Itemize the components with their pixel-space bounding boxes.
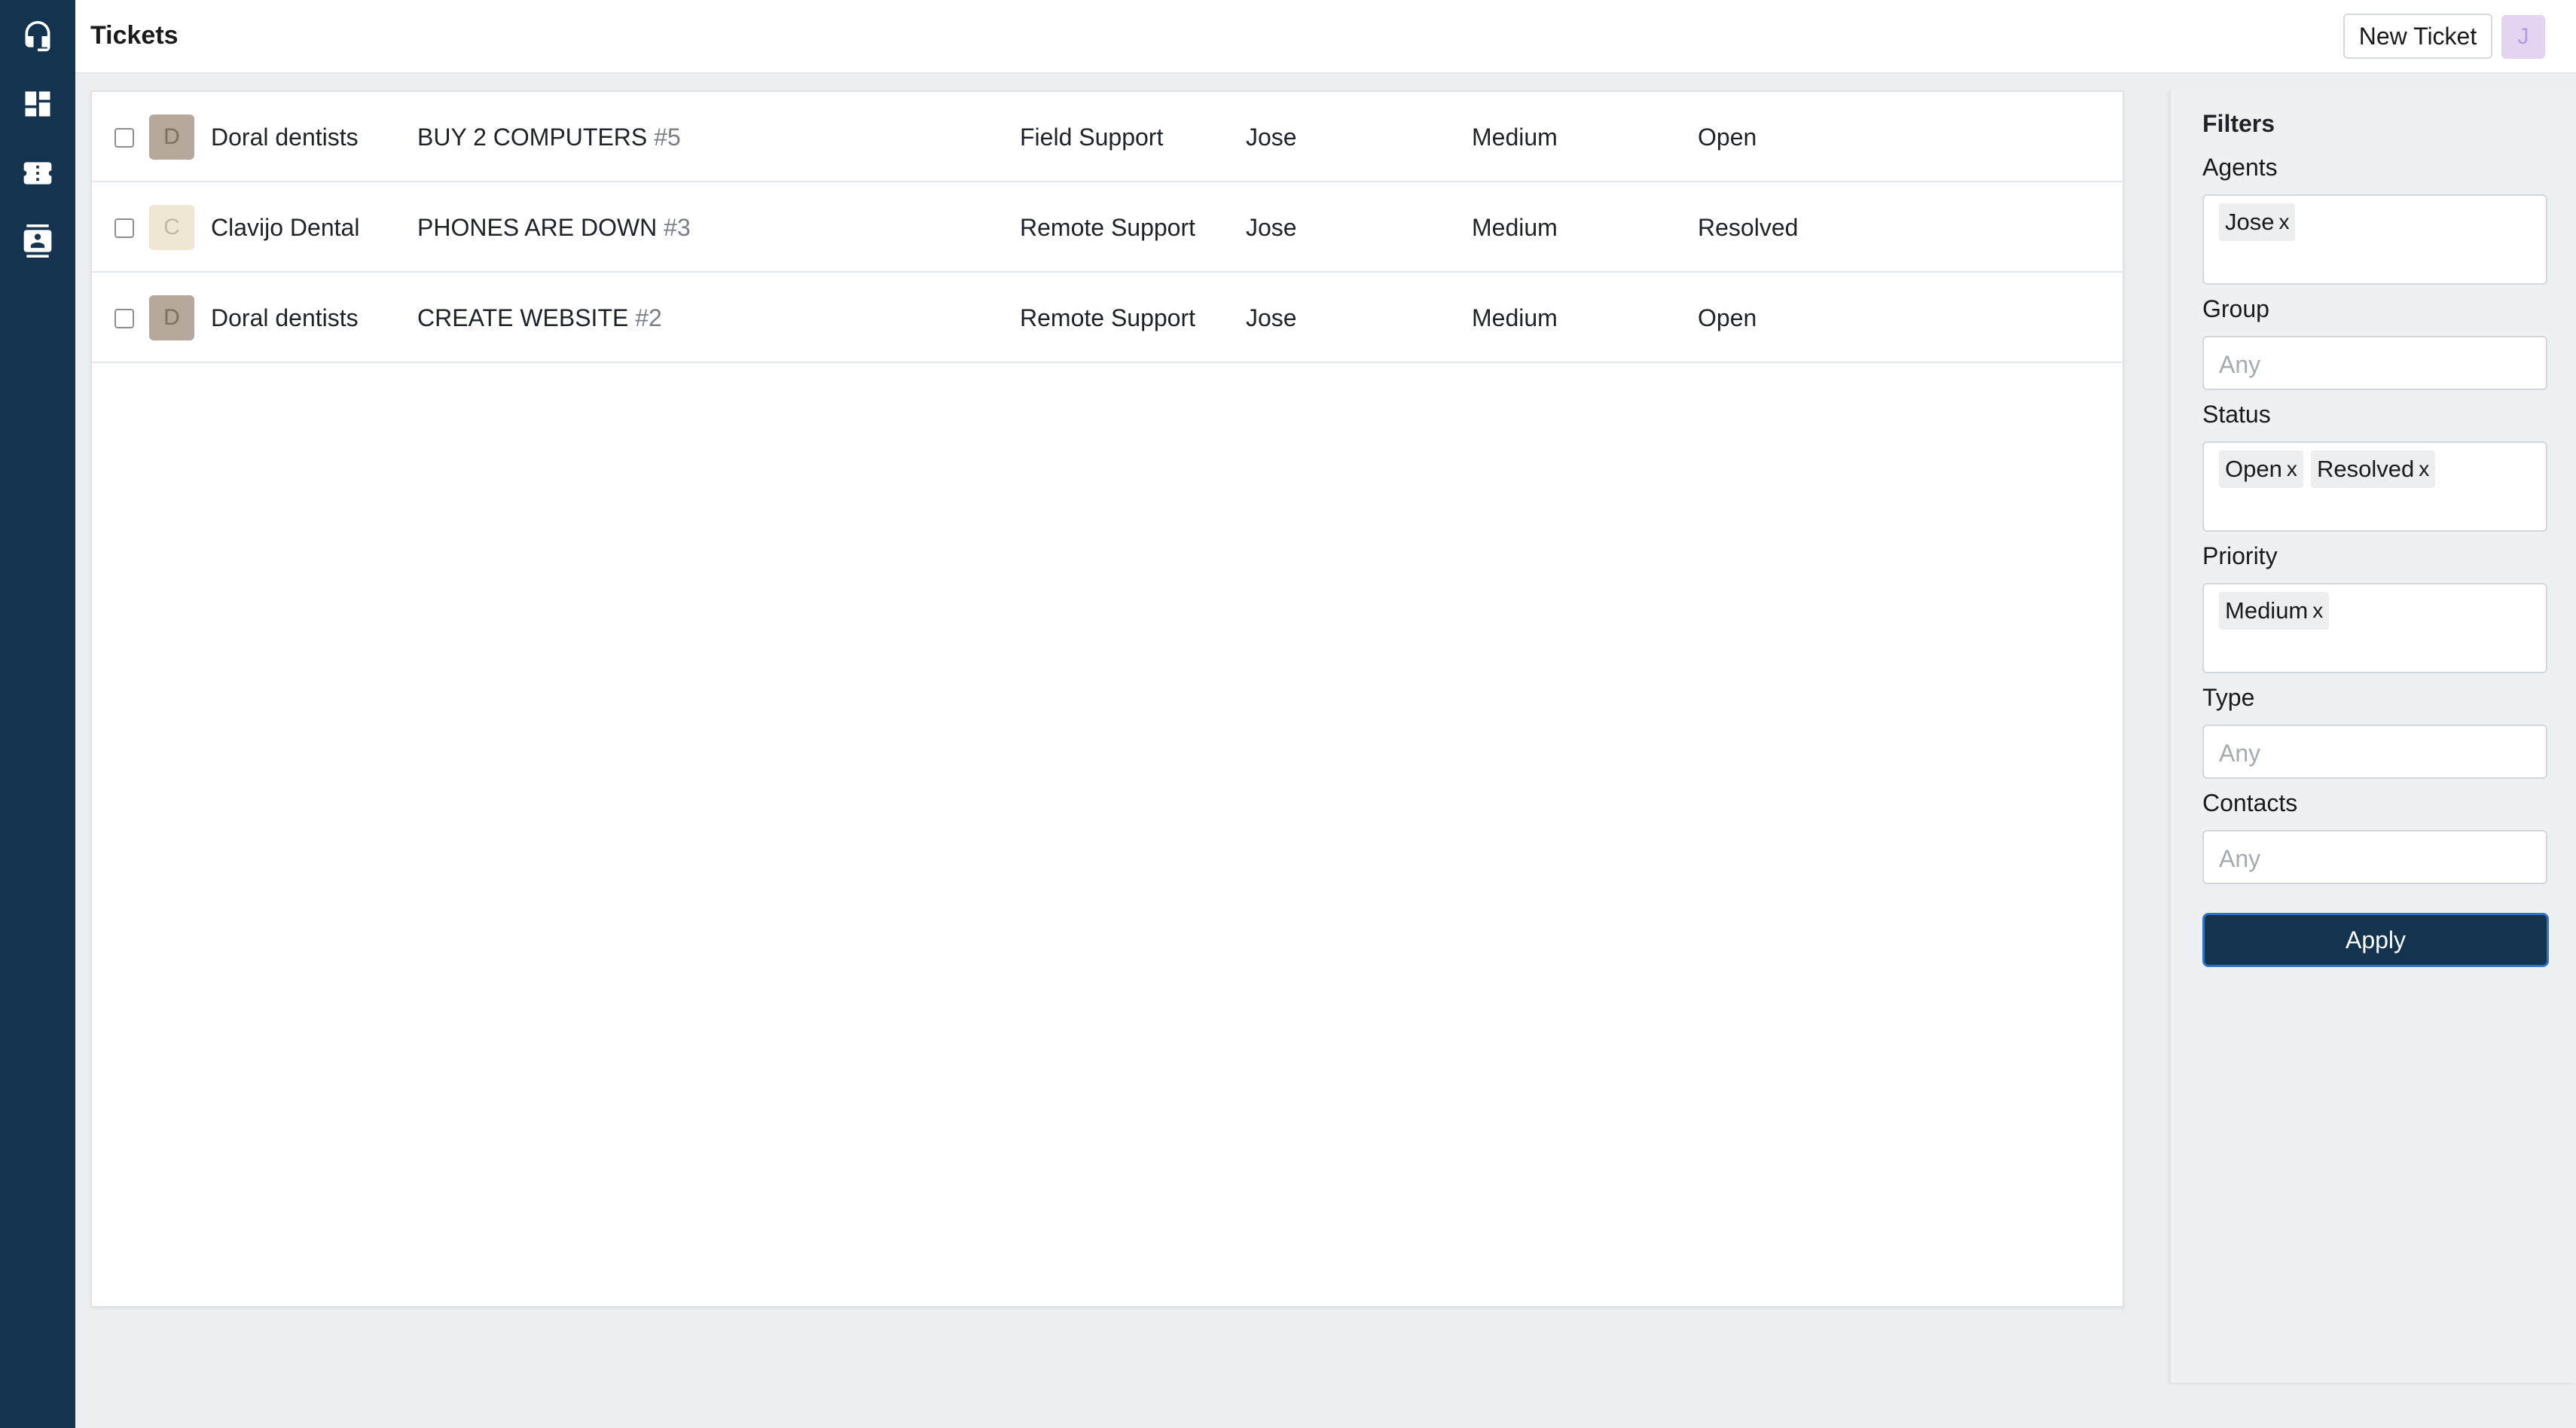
top-header: Tickets New Ticket J bbox=[75, 0, 2576, 74]
agents-filter-chip: Jose x bbox=[2219, 203, 2296, 241]
contacts-filter-label: Contacts bbox=[2202, 789, 2298, 816]
ticket-group: Field Support bbox=[1020, 124, 1164, 151]
contacts-icon[interactable] bbox=[20, 223, 56, 259]
ticket-subject[interactable]: CREATE WEBSITE #2 bbox=[417, 304, 662, 332]
ticket-icon[interactable] bbox=[20, 155, 56, 191]
ticket-row[interactable]: D Doral dentists CREATE WEBSITE #2 Remote S… bbox=[92, 273, 2123, 363]
headset-icon[interactable] bbox=[20, 18, 56, 54]
agents-filter-label: Agents bbox=[2202, 154, 2278, 181]
ticket-number: #3 bbox=[664, 214, 691, 241]
ticket-priority: Medium bbox=[1472, 304, 1558, 331]
contact-name: Clavijo Dental bbox=[211, 214, 360, 241]
ticket-row[interactable]: C Clavijo Dental PHONES ARE DOWN #3 Remote … bbox=[92, 182, 2123, 273]
contact-name: Doral dentists bbox=[211, 124, 359, 151]
ticket-number: #5 bbox=[654, 124, 681, 151]
priority-filter-chip: Medium x bbox=[2219, 592, 2330, 630]
type-filter-input[interactable]: Any bbox=[2202, 725, 2547, 779]
type-filter-placeholder: Any bbox=[2219, 740, 2261, 767]
row-checkbox[interactable] bbox=[114, 309, 134, 328]
sidebar bbox=[0, 0, 75, 1428]
chip-remove-icon[interactable]: x bbox=[2419, 457, 2429, 481]
app-root: Tickets New Ticket J D Doral dentists BUY … bbox=[0, 0, 2576, 1428]
chip-label: Resolved bbox=[2317, 456, 2415, 482]
status-filter-chip: Open x bbox=[2219, 450, 2303, 488]
tickets-list: D Doral dentists BUY 2 COMPUTERS #5 Field S… bbox=[90, 90, 2124, 1307]
apply-button[interactable]: Apply bbox=[2202, 913, 2549, 967]
ticket-status: Resolved bbox=[1698, 214, 1799, 241]
ticket-agent: Jose bbox=[1246, 304, 1297, 331]
ticket-priority: Medium bbox=[1472, 124, 1558, 151]
page-title: Tickets bbox=[90, 21, 179, 50]
ticket-status: Open bbox=[1698, 304, 1757, 331]
group-filter-input[interactable]: Any bbox=[2202, 336, 2547, 390]
priority-filter-label: Priority bbox=[2202, 542, 2278, 569]
ticket-priority: Medium bbox=[1472, 214, 1558, 241]
ticket-title: PHONES ARE DOWN bbox=[417, 214, 658, 241]
row-checkbox[interactable] bbox=[114, 218, 134, 238]
status-filter-input[interactable]: Open x Resolved x bbox=[2202, 441, 2547, 532]
chip-label: Jose bbox=[2225, 209, 2275, 235]
group-filter-label: Group bbox=[2202, 295, 2269, 322]
row-checkbox[interactable] bbox=[114, 128, 134, 148]
contact-avatar: D bbox=[149, 295, 194, 340]
dashboard-icon[interactable] bbox=[20, 86, 56, 122]
ticket-group: Remote Support bbox=[1020, 304, 1196, 331]
ticket-number: #2 bbox=[635, 304, 662, 331]
priority-filter-input[interactable]: Medium x bbox=[2202, 583, 2547, 673]
chip-label: Open bbox=[2225, 456, 2282, 482]
ticket-agent: Jose bbox=[1246, 124, 1297, 151]
ticket-status: Open bbox=[1698, 124, 1757, 151]
chip-remove-icon[interactable]: x bbox=[2278, 210, 2289, 234]
contact-avatar: D bbox=[149, 114, 194, 160]
new-ticket-button[interactable]: New Ticket bbox=[2343, 14, 2492, 59]
filters-title: Filters bbox=[2202, 110, 2275, 137]
contact-name: Doral dentists bbox=[211, 304, 359, 331]
chip-remove-icon[interactable]: x bbox=[2312, 599, 2323, 623]
ticket-subject[interactable]: BUY 2 COMPUTERS #5 bbox=[417, 124, 681, 151]
ticket-agent: Jose bbox=[1246, 214, 1297, 241]
type-filter-label: Type bbox=[2202, 684, 2255, 711]
contact-avatar: C bbox=[149, 205, 194, 250]
status-filter-label: Status bbox=[2202, 401, 2271, 428]
chip-remove-icon[interactable]: x bbox=[2287, 457, 2297, 481]
status-filter-chip: Resolved x bbox=[2311, 450, 2436, 488]
ticket-subject[interactable]: PHONES ARE DOWN #3 bbox=[417, 214, 691, 242]
ticket-title: CREATE WEBSITE bbox=[417, 304, 629, 331]
filters-panel: Filters Agents Jose x Group Any Status Op… bbox=[2169, 90, 2576, 1383]
group-filter-placeholder: Any bbox=[2219, 351, 2261, 378]
user-avatar[interactable]: J bbox=[2501, 15, 2545, 59]
contacts-filter-input[interactable]: Any bbox=[2202, 830, 2547, 884]
contacts-filter-placeholder: Any bbox=[2219, 845, 2261, 872]
ticket-title: BUY 2 COMPUTERS bbox=[417, 124, 648, 151]
agents-filter-input[interactable]: Jose x bbox=[2202, 194, 2547, 285]
chip-label: Medium bbox=[2225, 597, 2309, 624]
ticket-group: Remote Support bbox=[1020, 214, 1196, 241]
ticket-row[interactable]: D Doral dentists BUY 2 COMPUTERS #5 Field S… bbox=[92, 92, 2123, 182]
